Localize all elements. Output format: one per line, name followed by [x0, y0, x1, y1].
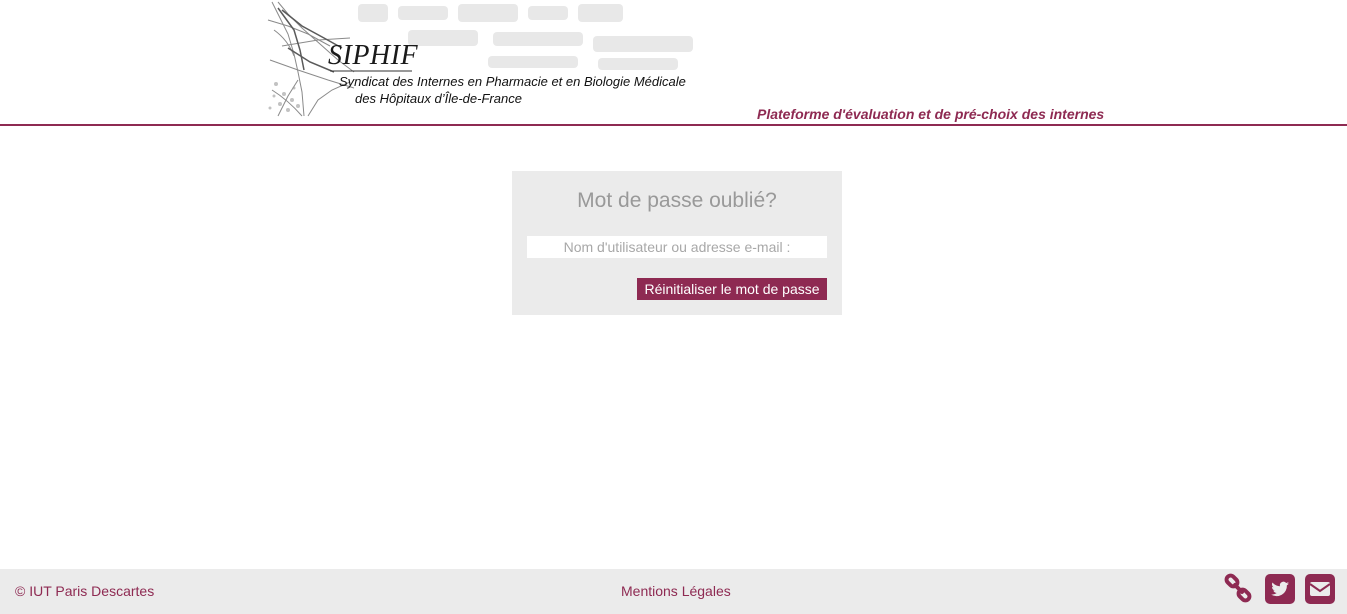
twitter-icon[interactable] — [1264, 573, 1296, 605]
password-reset-panel: Mot de passe oublié? Réinitialiser le mo… — [512, 171, 842, 315]
logo-title: SIPHIF — [328, 40, 419, 71]
logo-subtitle-line2: des Hôpitaux d’Île-de-France — [355, 91, 522, 106]
password-reset-title: Mot de passe oublié? — [577, 189, 777, 212]
platform-tagline: Plateforme d'évaluation et de pré-choix … — [757, 106, 1105, 122]
logo-subtitle-line1: Syndicat des Internes en Pharmacie et en… — [339, 74, 686, 89]
site-footer: © IUT Paris Descartes Mentions Légales — [0, 569, 1347, 614]
legal-notice-link[interactable]: Mentions Légales — [621, 583, 731, 599]
site-header: SIPHIF Syndicat des Internes en Pharmaci… — [0, 0, 1347, 126]
siphif-logo[interactable]: SIPHIF Syndicat des Internes en Pharmaci… — [258, 0, 708, 122]
username-email-input[interactable] — [527, 236, 827, 258]
copyright-text: © IUT Paris Descartes — [15, 583, 155, 599]
link-icon[interactable] — [1223, 573, 1255, 605]
mail-icon[interactable] — [1304, 573, 1336, 605]
reset-password-button[interactable]: Réinitialiser le mot de passe — [637, 278, 827, 300]
